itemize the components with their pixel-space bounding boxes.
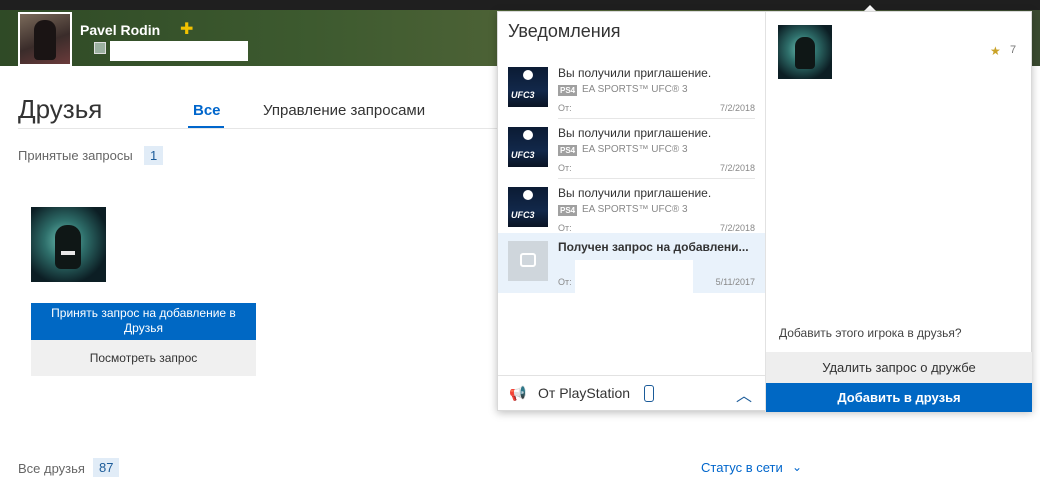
thumbnail-logo: UFC3	[511, 90, 535, 100]
notification-headline: Получен запрос на добавлени...	[558, 240, 749, 254]
avatar-teeth	[61, 251, 75, 255]
profile-small-avatar-icon	[94, 42, 106, 54]
notifications-list: Уведомления UFC3 Вы получили приглашение…	[498, 12, 766, 412]
notification-date: 7/2/2018	[719, 163, 755, 173]
all-friends-count: 87	[93, 458, 120, 477]
requester-avatar[interactable]	[778, 25, 832, 79]
accept-request-button[interactable]: Принять запрос на добавление в Друзья	[31, 303, 256, 340]
view-request-button[interactable]: Посмотреть запрос	[31, 340, 256, 376]
notification-date: 7/2/2018	[719, 103, 755, 113]
redacted-requester-name	[844, 30, 954, 70]
add-friend-prompt: Добавить этого игрока в друзья?	[779, 326, 962, 340]
avatar-face	[795, 37, 815, 69]
playstation-announcements-footer[interactable]: 📢 От PlayStation ︿	[498, 375, 765, 412]
ea-logo-icon	[523, 130, 533, 140]
thumbnail-logo: UFC3	[511, 150, 535, 160]
notification-game: EA SPORTS™ UFC® 3	[582, 204, 688, 215]
avatar-figure	[34, 20, 56, 60]
notification-from: От:	[558, 277, 572, 287]
notification-game: EA SPORTS™ UFC® 3	[582, 144, 688, 155]
delete-request-button[interactable]: Удалить запрос о дружбе	[766, 352, 1032, 383]
platform-badge: PS4	[558, 85, 578, 96]
notification-item-friend-request[interactable]: Получен запрос на добавлени... От: 5/11/…	[498, 233, 765, 293]
all-friends-label: Все друзья	[18, 461, 85, 476]
ea-logo-icon	[523, 70, 533, 80]
notification-game: EA SPORTS™ UFC® 3	[582, 84, 688, 95]
footer-badge	[644, 385, 654, 402]
chevron-up-icon[interactable]: ︿	[736, 382, 752, 406]
chat-bubble-icon	[520, 253, 536, 267]
page-title: Друзья	[18, 94, 103, 124]
game-thumbnail: UFC3	[508, 67, 548, 107]
notification-item[interactable]: UFC3 Вы получили приглашение. PS4 EA SPO…	[498, 179, 765, 239]
friend-avatar[interactable]	[31, 207, 106, 282]
tab-all[interactable]: Все	[193, 102, 221, 119]
chevron-down-icon[interactable]: ⌄	[792, 460, 802, 474]
avatar-face	[55, 225, 81, 269]
profile-name[interactable]: Pavel Rodin	[80, 22, 160, 38]
notification-item[interactable]: UFC3 Вы получили приглашение. PS4 EA SPO…	[498, 119, 765, 179]
online-status-filter[interactable]: Статус в сети	[701, 460, 783, 475]
megaphone-icon: 📢	[509, 386, 527, 402]
game-thumbnail: UFC3	[508, 127, 548, 167]
notification-from: От:	[558, 103, 572, 113]
notification-date: 5/11/2017	[715, 277, 755, 287]
notification-headline: Вы получили приглашение.	[558, 126, 712, 140]
notification-date: 7/2/2018	[719, 223, 755, 233]
ps-plus-icon: ✚	[180, 19, 194, 38]
request-detail: ★ 7 Добавить этого игрока в друзья? Удал…	[766, 12, 1032, 412]
notification-headline: Вы получили приглашение.	[558, 186, 712, 200]
platform-badge: PS4	[558, 145, 578, 156]
accepted-requests-label: Принятые запросы	[18, 148, 133, 163]
profile-avatar[interactable]	[18, 12, 72, 66]
divider	[18, 128, 498, 129]
notification-from: От:	[558, 163, 572, 173]
notifications-title: Уведомления	[508, 21, 621, 41]
tab-manage-requests[interactable]: Управление запросами	[263, 102, 425, 119]
profile-redacted-field	[110, 41, 248, 61]
notification-headline: Вы получили приглашение.	[558, 66, 712, 80]
friend-request-thumbnail	[508, 241, 548, 281]
notification-from: От:	[558, 223, 572, 233]
top-bar	[0, 0, 1040, 10]
trophy-icon: ★	[990, 44, 1001, 58]
redacted-sender	[575, 260, 693, 293]
thumbnail-logo: UFC3	[511, 210, 535, 220]
ea-logo-icon	[523, 190, 533, 200]
notification-item[interactable]: UFC3 Вы получили приглашение. PS4 EA SPO…	[498, 59, 765, 119]
platform-badge: PS4	[558, 205, 578, 216]
from-playstation-label: От PlayStation	[538, 385, 631, 401]
game-thumbnail: UFC3	[508, 187, 548, 227]
trophy-level: 7	[1010, 44, 1017, 56]
add-friend-button[interactable]: Добавить в друзья	[766, 383, 1032, 412]
accepted-requests-count: 1	[144, 146, 164, 165]
notifications-panel: Уведомления UFC3 Вы получили приглашение…	[497, 11, 1032, 412]
